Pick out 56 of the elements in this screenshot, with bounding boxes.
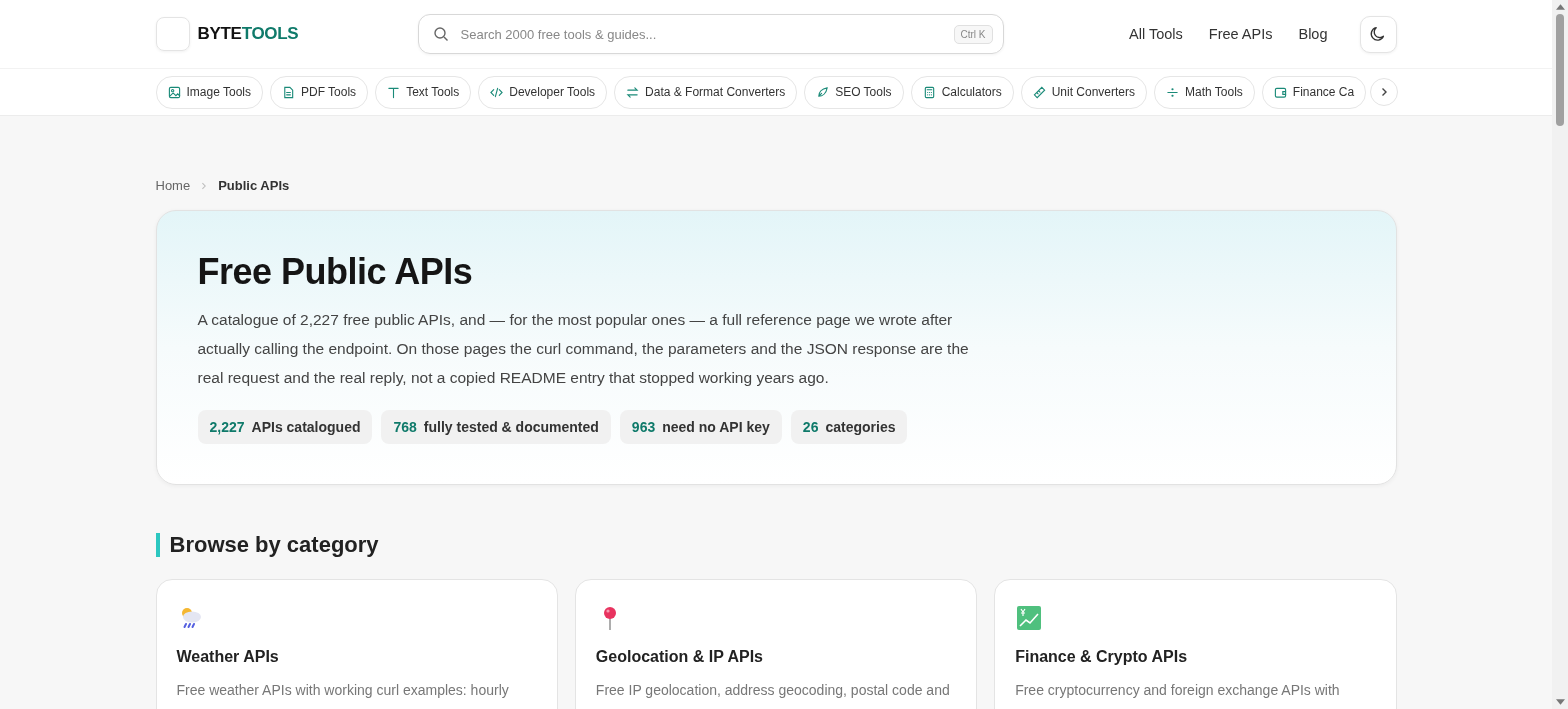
chevron-right-icon bbox=[200, 181, 209, 190]
breadcrumb-link[interactable]: Home bbox=[155, 178, 191, 193]
category-icon bbox=[922, 85, 936, 99]
category-card[interactable]: Weather APIs Free weather APIs with working curl examples: hourly bbox=[155, 579, 558, 709]
category-chip[interactable]: Image Tools bbox=[155, 75, 263, 109]
chart-icon bbox=[1015, 604, 1044, 632]
card-title: Finance & Crypto APIs bbox=[1015, 648, 1189, 666]
theme-toggle-button[interactable] bbox=[1359, 15, 1397, 53]
breadcrumb-link[interactable]: Public APIs bbox=[218, 178, 290, 193]
category-icon bbox=[387, 85, 401, 99]
scrollbar[interactable] bbox=[1552, 0, 1568, 709]
shortcut-hint: Ctrl K bbox=[953, 24, 993, 44]
category-chip[interactable]: Text Tools bbox=[375, 75, 472, 109]
search-icon bbox=[432, 26, 449, 42]
stat-badge: 963 need no API key bbox=[619, 410, 782, 444]
logo-icon bbox=[155, 17, 190, 51]
category-icon bbox=[1032, 85, 1046, 99]
card-title: Geolocation & IP APIs bbox=[595, 648, 764, 666]
category-icon bbox=[490, 85, 504, 99]
page-description: A catalogue of 2,227 free public APIs, and — for the most popular ones — a full reference page we wrote after actually calling the endpoint. On those pages the curl command, the parameters and the JSON response are the real request and the real reply, not a copied README entry that stopped working years ago. bbox=[197, 310, 970, 388]
stat-badge: 26 categories bbox=[790, 410, 908, 444]
moon-icon bbox=[1369, 25, 1387, 43]
category-chip[interactable]: Unit Converters bbox=[1020, 75, 1148, 109]
card-description: Free IP geolocation, address geocoding, postal code and bbox=[595, 681, 951, 700]
category-chip[interactable]: Math Tools bbox=[1154, 75, 1255, 109]
category-icon bbox=[816, 85, 830, 99]
nav-link[interactable]: All Tools bbox=[1129, 26, 1183, 42]
category-icon bbox=[626, 85, 640, 99]
stat-badge: 2,227 APIs catalogued bbox=[197, 410, 373, 444]
category-card[interactable]: Finance & Crypto APIs Free cryptocurrency and foreign exchange APIs with bbox=[994, 579, 1397, 709]
scroll-down-icon bbox=[1555, 699, 1565, 705]
category-chip[interactable]: Calculators bbox=[910, 75, 1014, 109]
card-description: Free cryptocurrency and foreign exchange APIs with bbox=[1015, 681, 1341, 700]
page-title: Free Public APIs bbox=[197, 251, 474, 293]
scroll-right-button[interactable] bbox=[1370, 78, 1399, 106]
card-title: Weather APIs bbox=[176, 648, 280, 666]
category-icon bbox=[1166, 85, 1180, 99]
category-chip[interactable]: SEO Tools bbox=[804, 75, 904, 109]
card-description: Free weather APIs with working curl examples: hourly bbox=[176, 681, 510, 700]
category-chip[interactable]: Finance Ca bbox=[1261, 75, 1367, 109]
search-field[interactable]: Search 2000 free tools & guides... Ctrl K bbox=[417, 14, 1004, 54]
category-chip[interactable]: Developer Tools bbox=[478, 75, 608, 109]
category-icon bbox=[282, 85, 295, 99]
logo-text[interactable]: BYTETOOLS bbox=[197, 24, 299, 44]
nav-link[interactable]: Blog bbox=[1298, 26, 1328, 42]
category-icon bbox=[1273, 85, 1287, 99]
search-input[interactable]: Search 2000 free tools & guides... bbox=[458, 25, 944, 43]
scroll-up-icon bbox=[1555, 4, 1565, 10]
category-icon bbox=[167, 85, 181, 99]
category-chip[interactable]: Data & Format Converters bbox=[614, 75, 798, 109]
category-chip[interactable]: PDF Tools bbox=[270, 75, 369, 109]
stat-badge: 768 fully tested & documented bbox=[381, 410, 611, 444]
nav-link[interactable]: Free APIs bbox=[1208, 26, 1273, 42]
category-card[interactable]: Geolocation & IP APIs Free IP geolocation, address geocoding, postal code and bbox=[574, 579, 978, 709]
scrollbar-thumb[interactable] bbox=[1556, 14, 1564, 126]
section-title: Browse by category bbox=[155, 533, 1397, 557]
